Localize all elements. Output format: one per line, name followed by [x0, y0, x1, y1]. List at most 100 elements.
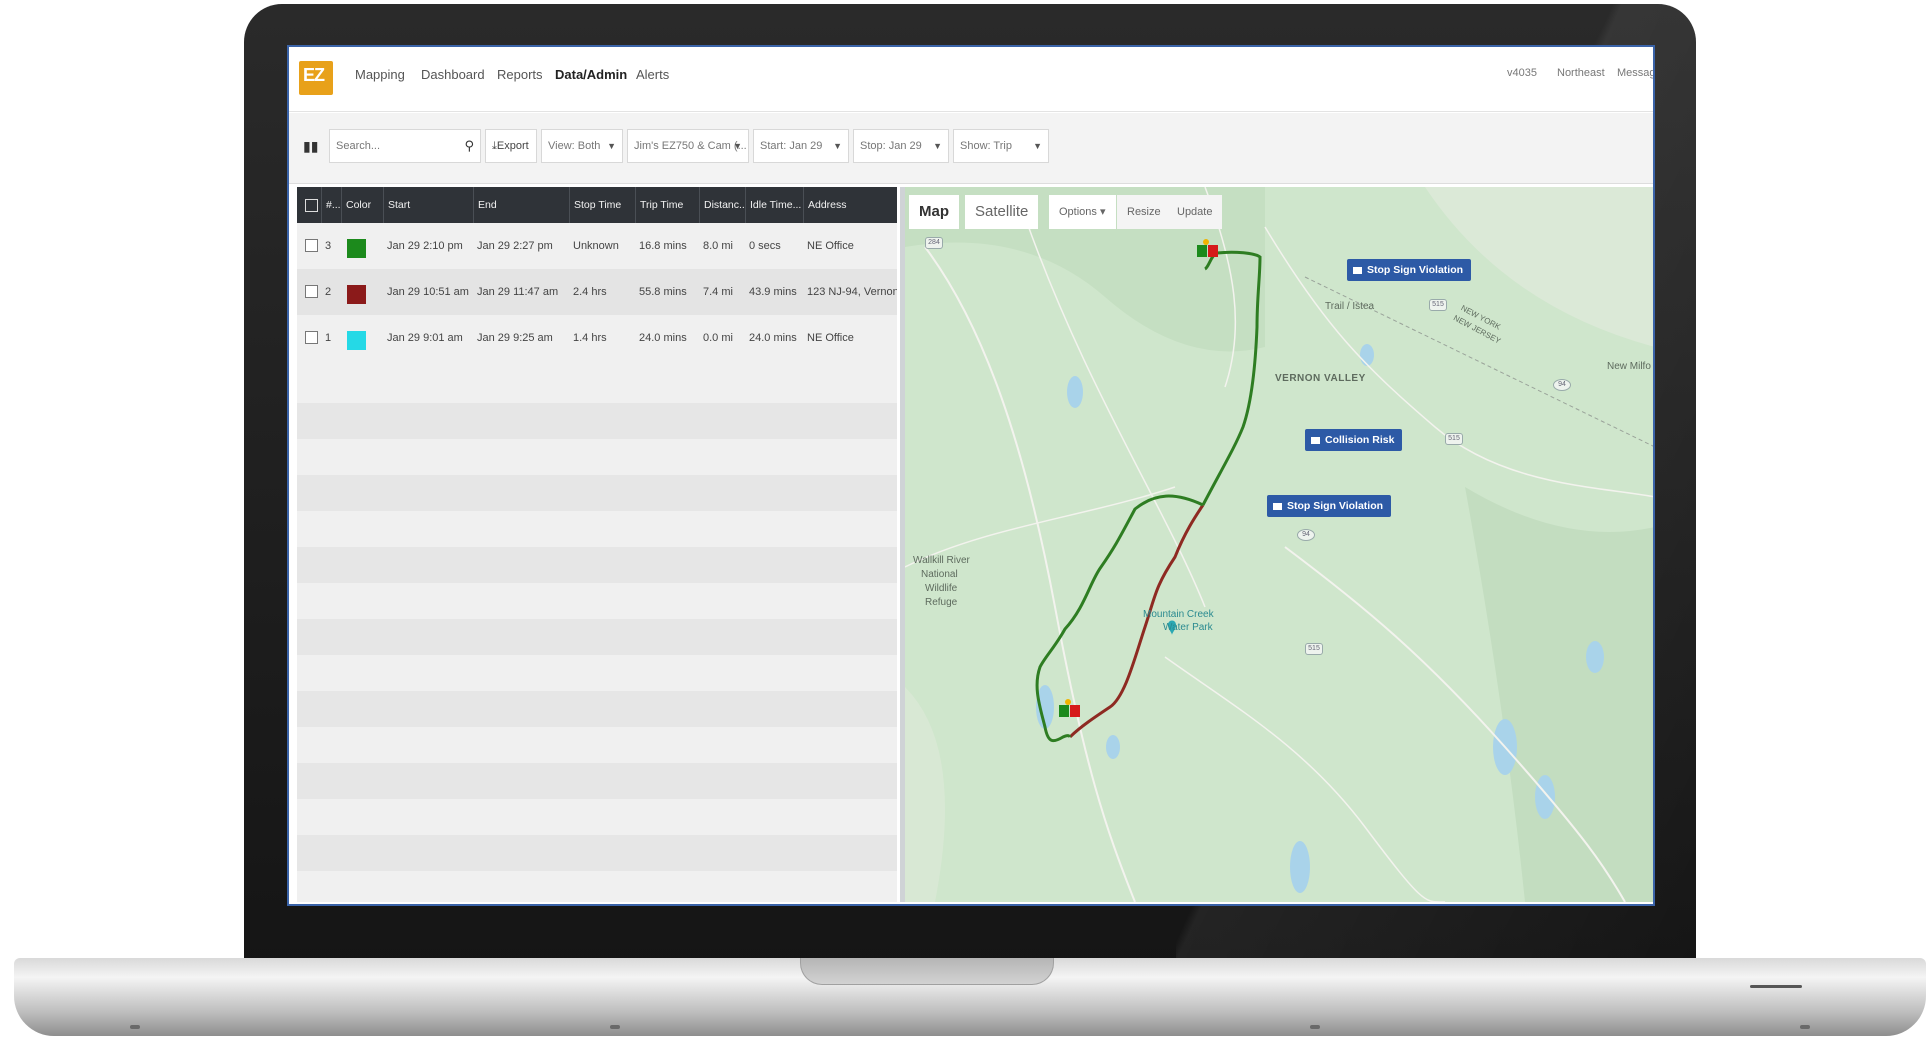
start-flag [1059, 705, 1069, 717]
caret-down-icon: ▼ [607, 141, 616, 151]
color-swatch[interactable] [347, 239, 366, 258]
logo-text: EZ [303, 65, 325, 85]
laptop-notch [800, 958, 1054, 985]
cell-start: Jan 29 10:51 am [387, 286, 469, 298]
start-date-picker[interactable]: Start: Jan 29 ▼ [753, 129, 849, 163]
resize-button[interactable]: Resize [1117, 195, 1171, 229]
cell-start: Jan 29 2:10 pm [387, 240, 463, 252]
route-shield: 284 [925, 237, 943, 249]
cell-distance: 7.4 mi [703, 286, 733, 298]
export-label: Export [496, 140, 529, 152]
label-vernon-valley: VERNON VALLEY [1275, 373, 1366, 384]
label-mountain-creek: Mountain Creek [1143, 609, 1214, 620]
col-trip-time[interactable]: Trip Time [635, 187, 699, 223]
map-view[interactable]: Map Satellite Options ▾ Resize Update St… [905, 187, 1653, 902]
options-dropdown[interactable]: Options ▾ [1049, 195, 1116, 229]
end-flag [1070, 705, 1080, 717]
cell-trip-time: 16.8 mins [639, 240, 687, 252]
route-shield: 94 [1553, 379, 1571, 391]
caret-down-icon: ▼ [733, 141, 742, 151]
empty-row [297, 619, 897, 655]
empty-row [297, 835, 897, 871]
col-number[interactable]: #... [321, 187, 341, 223]
start-flag [1197, 245, 1207, 257]
binoculars-icon[interactable]: ▮▮ [303, 129, 318, 163]
cell-address: 123 NJ-94, Vernon [807, 286, 897, 298]
cell-trip-time: 55.8 mins [639, 286, 687, 298]
label-wallkill-3: Wildlife [925, 583, 958, 594]
col-color[interactable]: Color [341, 187, 383, 223]
cell-number: 2 [325, 286, 332, 298]
start-label: Start: Jan 29 [760, 140, 823, 152]
empty-row [297, 403, 897, 439]
flag-marker [1065, 699, 1071, 705]
col-address[interactable]: Address [803, 187, 897, 223]
route-shield: 515 [1445, 433, 1463, 445]
row-checkbox[interactable] [305, 285, 318, 298]
row-checkbox[interactable] [305, 239, 318, 252]
empty-row [297, 763, 897, 799]
select-all-checkbox[interactable] [305, 199, 318, 212]
table-row[interactable]: 3 Jan 29 2:10 pm Jan 29 2:27 pm Unknown … [297, 223, 897, 269]
color-swatch[interactable] [347, 331, 366, 350]
nav-reports[interactable]: Reports [497, 67, 543, 82]
filter-toolbar: ▮▮ Search... ⚲ ⤓Export View: Both ▼ Jim's… [289, 113, 1653, 184]
app-logo[interactable]: EZ [299, 61, 333, 95]
caret-down-icon: ▼ [933, 141, 942, 151]
col-stop-time[interactable]: Stop Time [569, 187, 635, 223]
table-row[interactable]: 2 Jan 29 10:51 am Jan 29 11:47 am 2.4 hr… [297, 269, 897, 315]
cell-idle: 0 secs [749, 240, 781, 252]
terrain-patch [905, 687, 945, 902]
update-button[interactable]: Update [1167, 195, 1223, 229]
label-new-milford: New Milfo [1607, 361, 1651, 372]
col-start[interactable]: Start [383, 187, 473, 223]
show-dropdown[interactable]: Show: Trip ▼ [953, 129, 1049, 163]
event-stop-sign-violation[interactable]: Stop Sign Violation [1267, 495, 1392, 517]
lake [1067, 376, 1083, 408]
nav-data-admin[interactable]: Data/Admin [555, 67, 627, 82]
cell-idle: 24.0 mins [749, 332, 797, 344]
event-collision-risk[interactable]: Collision Risk [1305, 429, 1403, 451]
cell-stop-time: Unknown [573, 240, 619, 252]
empty-row [297, 691, 897, 727]
color-swatch[interactable] [347, 285, 366, 304]
view-dropdown[interactable]: View: Both ▼ [541, 129, 623, 163]
cell-number: 1 [325, 332, 332, 344]
label-water-park: Water Park [1163, 622, 1213, 633]
search-input[interactable]: Search... ⚲ [329, 129, 481, 163]
lake [1290, 841, 1310, 893]
laptop-foot [1310, 1025, 1320, 1029]
row-checkbox[interactable] [305, 331, 318, 344]
event-stop-sign-violation[interactable]: Stop Sign Violation [1347, 259, 1472, 281]
table-row[interactable]: 1 Jan 29 9:01 am Jan 29 9:25 am 1.4 hrs … [297, 315, 897, 361]
search-icon[interactable]: ⚲ [464, 130, 474, 162]
table-header: #... Color Start End Stop Time Trip Time… [297, 187, 897, 223]
tab-satellite[interactable]: Satellite [965, 195, 1039, 229]
event-label: Stop Sign Violation [1367, 264, 1464, 276]
search-placeholder: Search... [336, 140, 381, 152]
col-end[interactable]: End [473, 187, 569, 223]
stop-date-picker[interactable]: Stop: Jan 29 ▼ [853, 129, 949, 163]
version-label: v4035 [1507, 67, 1537, 79]
lake [1360, 344, 1374, 366]
col-distance[interactable]: Distanc... [699, 187, 745, 223]
camera-icon [1273, 502, 1282, 510]
view-label: View: Both [548, 140, 601, 152]
col-idle-time[interactable]: Idle Time... [745, 187, 803, 223]
nav-alerts[interactable]: Alerts [636, 67, 669, 82]
caret-down-icon: ▼ [1033, 141, 1042, 151]
end-flag [1208, 245, 1218, 257]
export-button[interactable]: ⤓Export [485, 129, 537, 163]
vehicle-dropdown[interactable]: Jim's EZ750 & Cam (... ▼ [627, 129, 749, 163]
lake [1535, 775, 1555, 819]
tab-map[interactable]: Map [909, 195, 959, 229]
camera-icon [1311, 436, 1320, 444]
region-selector[interactable]: Northeast [1557, 67, 1605, 79]
stop-label: Stop: Jan 29 [860, 140, 922, 152]
messages-link[interactable]: Messag [1617, 67, 1653, 79]
nav-dashboard[interactable]: Dashboard [421, 67, 485, 82]
trips-table: #... Color Start End Stop Time Trip Time… [297, 187, 897, 902]
route-red [1068, 504, 1205, 739]
flag-marker [1203, 239, 1209, 245]
nav-mapping[interactable]: Mapping [355, 67, 405, 82]
